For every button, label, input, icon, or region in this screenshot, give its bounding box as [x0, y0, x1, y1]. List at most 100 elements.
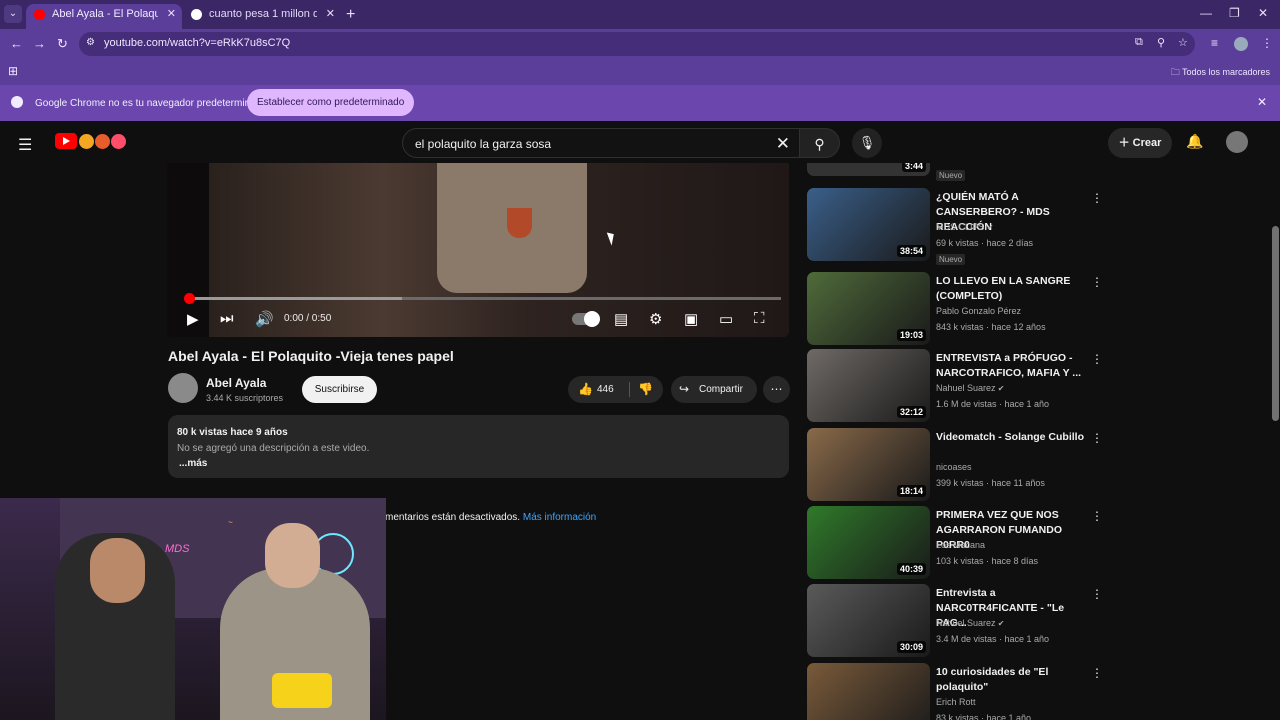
list-item[interactable]: 38:54 ¿QUIÉN MATÓ A CANSERBERO? - MDS REA… [807, 188, 1107, 265]
video-thumbnail[interactable]: 3:44 [807, 163, 930, 176]
video-thumbnail[interactable]: 19:03 [807, 272, 930, 345]
play-icon[interactable]: ▶ [187, 310, 199, 328]
subtitles-icon[interactable]: ▤ [614, 310, 628, 328]
next-icon[interactable]: ⏭ [220, 310, 234, 327]
back-arrow-icon[interactable]: ← [10, 36, 23, 51]
clear-search-icon[interactable]: ✕ [776, 134, 790, 154]
list-item[interactable]: 3:44 Nuevo [807, 163, 1107, 181]
bookmarks-bar: ⊞ 🗀 Todos los marcadores [0, 58, 1280, 85]
channel-label: nicoases [936, 462, 972, 472]
scrubber-handle[interactable] [184, 293, 195, 304]
video-title[interactable]: ENTREVISTA a PRÓFUGO - NARCOTRAFICO, MAF… [936, 351, 1088, 381]
url-text[interactable]: youtube.com/watch?v=eRkK7u8sC7Q [104, 37, 290, 49]
video-thumbnail[interactable]: 40:39 [807, 506, 930, 579]
reload-icon[interactable]: ↻ [57, 36, 68, 52]
channel-avatar[interactable] [168, 373, 198, 403]
account-avatar[interactable] [1226, 131, 1248, 153]
show-more-link[interactable]: ...más [179, 458, 207, 469]
description-text: No se agregó una descripción a este vide… [177, 443, 370, 454]
tab-youtube-video[interactable]: Abel Ayala - El Polaquito -Vieja ✕ [26, 4, 182, 29]
description-box[interactable]: 80 k vistas hace 9 años No se agregó una… [168, 415, 789, 478]
more-options-icon[interactable]: ⋮ [1091, 431, 1103, 445]
list-item[interactable]: 10 curiosidades de "El polaquito" Erich R… [807, 663, 1107, 720]
search-button[interactable]: ⚲ [800, 128, 840, 158]
scrollbar-thumb[interactable] [1272, 226, 1279, 421]
all-bookmarks[interactable]: 🗀 Todos los marcadores [1171, 65, 1270, 81]
close-tab-icon[interactable]: ✕ [326, 4, 335, 25]
zoom-icon[interactable]: ⚲ [1157, 36, 1165, 49]
video-title[interactable]: Videomatch - Solange Cubillo [936, 430, 1088, 445]
more-info-link[interactable]: Más información [523, 512, 596, 523]
close-infobar-icon[interactable]: ✕ [1257, 95, 1267, 109]
video-meta: 69 k vistas · hace 2 días [936, 238, 1034, 248]
video-title[interactable]: LO LLEVO EN LA SANGRE (COMPLETO) [936, 274, 1088, 304]
youtube-logo[interactable] [55, 133, 128, 151]
recommendations-sidebar: 3:44 Nuevo 38:54 ¿QUIÉN MATÓ A CANSERBERO… [807, 163, 1107, 720]
more-options-icon[interactable]: ⋮ [1091, 587, 1103, 601]
video-thumbnail[interactable]: 32:12 [807, 349, 930, 422]
maximize-icon[interactable]: ❐ [1229, 6, 1240, 20]
channel-name[interactable]: Nahuel Suarez ✔ [936, 618, 1004, 628]
notifications-bell-icon[interactable]: 🔔 [1186, 133, 1203, 150]
search-query[interactable]: el polaquito la garza sosa [415, 137, 551, 151]
search-input[interactable]: el polaquito la garza sosa ✕ [402, 128, 800, 158]
hamburger-menu-icon[interactable]: ☰ [18, 135, 32, 155]
video-thumbnail[interactable]: 30:09 [807, 584, 930, 657]
video-title[interactable]: 10 curiosidades de "El polaquito" [936, 665, 1088, 695]
progress-bar[interactable] [184, 293, 781, 304]
list-item[interactable]: 32:12 ENTREVISTA a PRÓFUGO - NARCOTRAFICO… [807, 349, 1107, 424]
site-info-icon[interactable]: ⚙ [86, 37, 95, 48]
close-window-icon[interactable]: ✕ [1258, 6, 1268, 20]
new-tab-plus-icon[interactable]: + [346, 6, 355, 24]
subscribe-button[interactable]: Suscribirse [302, 376, 377, 403]
more-options-icon[interactable]: ⋮ [1091, 191, 1103, 205]
install-app-icon[interactable]: ⧉ [1135, 36, 1143, 49]
set-default-button[interactable]: Establecer como predeterminado [247, 89, 415, 116]
media-controls-icon[interactable]: ≡ [1211, 36, 1218, 50]
channel-name[interactable]: Abel Ayala [206, 376, 266, 390]
video-thumbnail[interactable]: 38:54 [807, 188, 930, 261]
close-tab-icon[interactable]: ✕ [167, 4, 176, 25]
omnibox[interactable]: ⚙ youtube.com/watch?v=eRkK7u8sC7Q ⧉ ⚲ ☆ [79, 32, 1195, 56]
tab-google-search[interactable]: cuanto pesa 1 millon de dolares ✕ [183, 4, 341, 29]
channel-name[interactable]: Los Macana [936, 540, 985, 550]
share-button[interactable]: ↪ Compartir [671, 376, 757, 403]
channel-name[interactable]: nicoases [936, 462, 972, 472]
minimize-icon[interactable]: — [1200, 6, 1212, 20]
video-thumbnail[interactable] [807, 663, 930, 720]
more-actions-icon[interactable]: ⋯ [763, 376, 790, 403]
profile-avatar-icon[interactable] [1234, 37, 1248, 51]
forward-arrow-icon[interactable]: → [33, 36, 46, 51]
list-item[interactable]: 30:09 Entrevista a NARC0TR4FICANTE - "Le … [807, 584, 1107, 659]
like-count[interactable]: 446 [597, 384, 614, 395]
apps-grid-icon[interactable]: ⊞ [8, 64, 18, 78]
more-options-icon[interactable]: ⋮ [1091, 666, 1103, 680]
list-item[interactable]: 40:39 PRIMERA VEZ QUE NOS AGARRARON FUMAN… [807, 506, 1107, 581]
settings-gear-icon[interactable]: ⚙ [649, 310, 662, 328]
video-player[interactable]: ▶ ⏭ 🔊 0:00 / 0:50 ▤ ⚙ ▣ ▭ ⛶ [167, 163, 789, 337]
tab-search-chevron-icon[interactable]: ⌄ [4, 5, 22, 23]
chrome-menu-icon[interactable]: ⋮ [1261, 36, 1273, 50]
channel-name[interactable]: Pablo Gonzalo Pérez [936, 306, 1021, 316]
volume-icon[interactable]: 🔊 [255, 310, 274, 328]
like-thumb-icon[interactable]: 👍 [578, 382, 593, 396]
miniplayer-icon[interactable]: ▣ [684, 310, 698, 328]
page-scrollbar[interactable] [1271, 121, 1280, 720]
channel-name[interactable]: Nahuel Suarez ✔ [936, 383, 1004, 393]
fullscreen-icon[interactable]: ⛶ [754, 310, 765, 327]
channel-name[interactable]: MDS CLIPS ✔ [936, 222, 993, 232]
theater-mode-icon[interactable]: ▭ [719, 310, 733, 328]
bookmark-star-icon[interactable]: ☆ [1178, 36, 1188, 49]
create-button[interactable]: ＋ Crear [1108, 128, 1172, 158]
dislike-thumb-icon[interactable]: 👎 [638, 382, 653, 396]
list-item[interactable]: 19:03 LO LLEVO EN LA SANGRE (COMPLETO) Pab… [807, 272, 1107, 347]
more-options-icon[interactable]: ⋮ [1091, 509, 1103, 523]
address-bar-row: ← → ↻ ⚙ youtube.com/watch?v=eRkK7u8sC7Q … [0, 29, 1280, 58]
video-thumbnail[interactable]: 18:14 [807, 428, 930, 501]
list-item[interactable]: 18:14 Videomatch - Solange Cubillo nicoase… [807, 428, 1107, 503]
voice-search-button[interactable]: 🎙 [852, 128, 882, 158]
more-options-icon[interactable]: ⋮ [1091, 275, 1103, 289]
channel-name[interactable]: Erich Rott [936, 697, 976, 707]
autoplay-toggle[interactable] [572, 311, 600, 327]
more-options-icon[interactable]: ⋮ [1091, 352, 1103, 366]
